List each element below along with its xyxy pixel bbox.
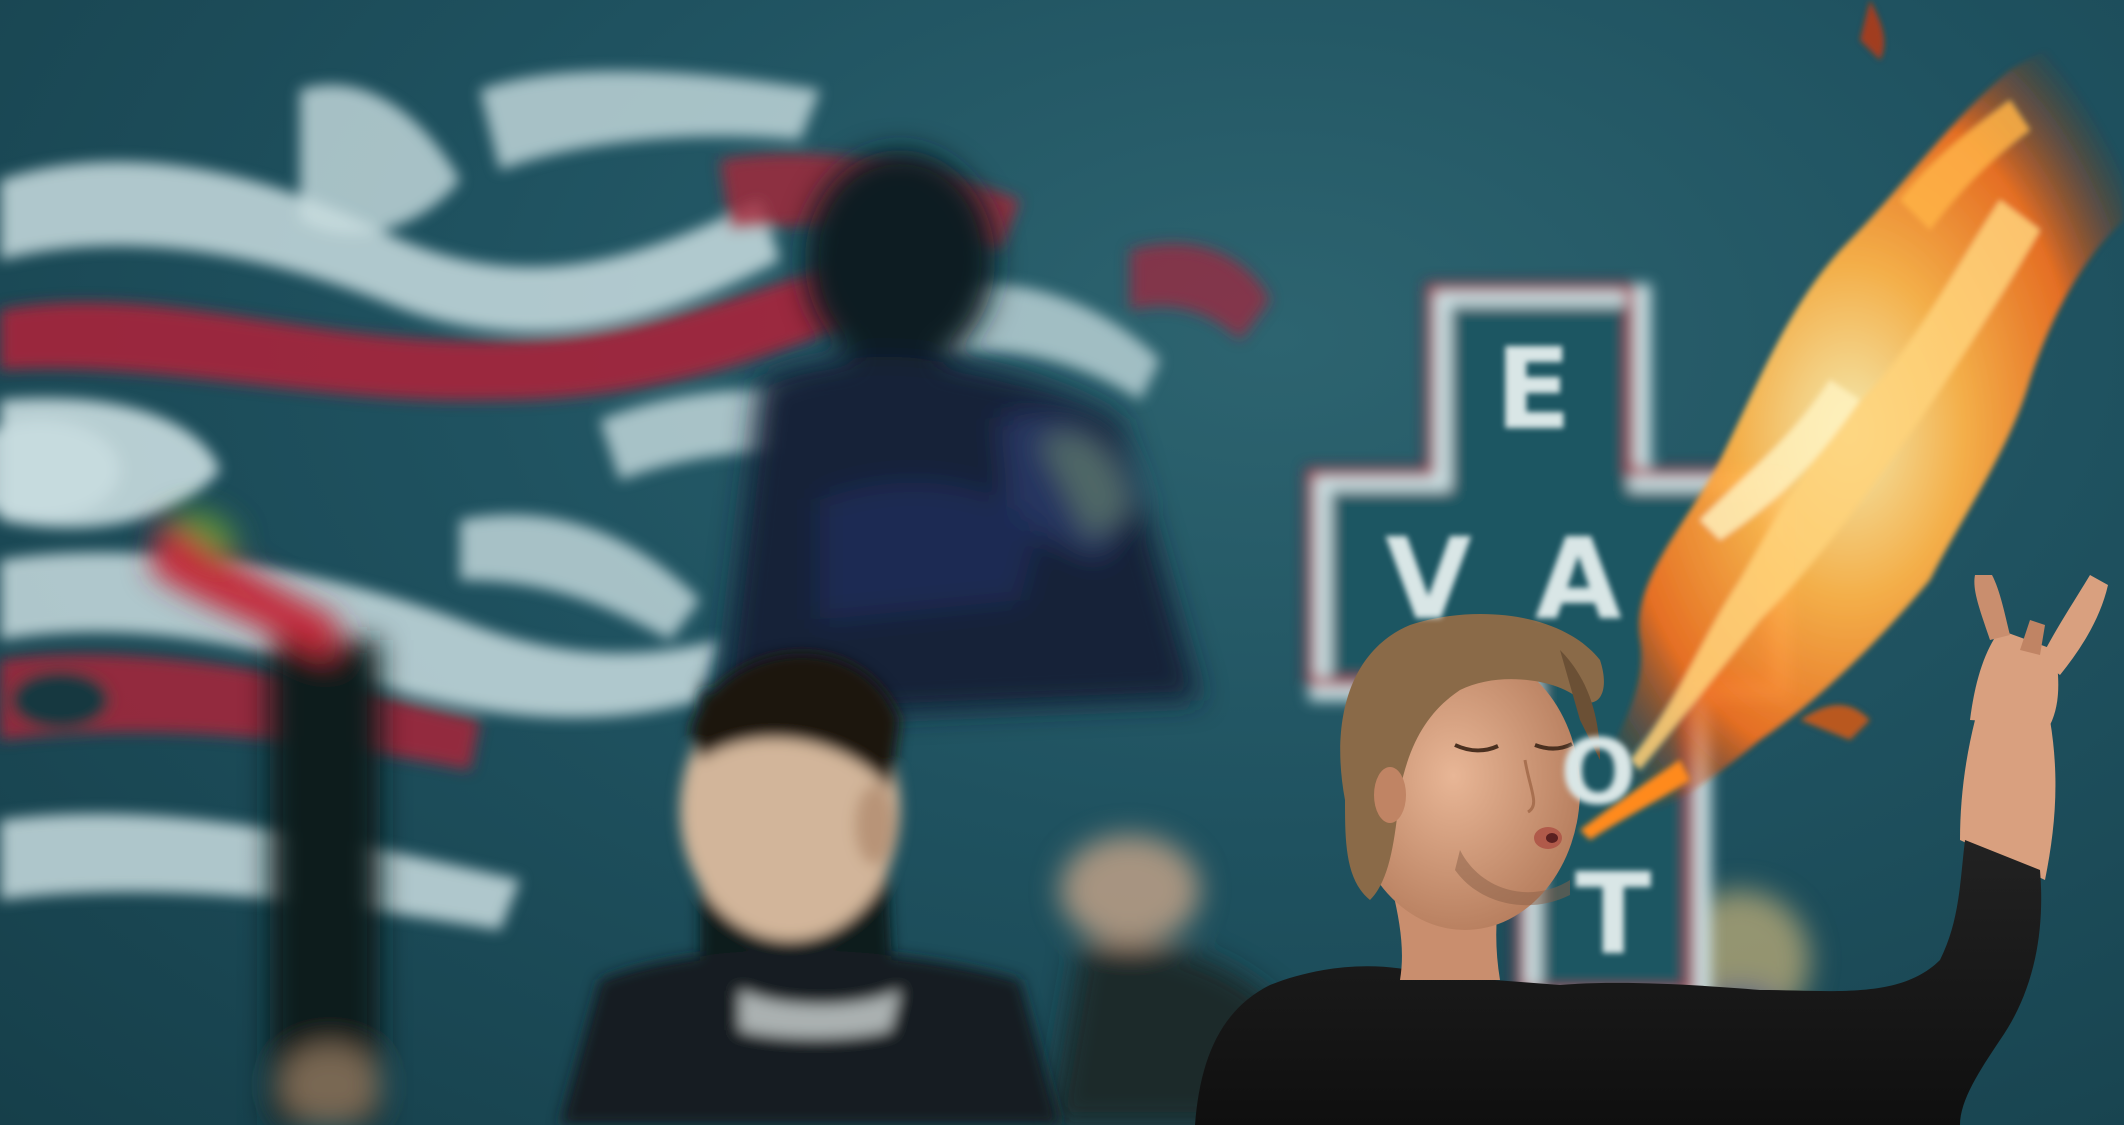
sign-letter: O [1560, 720, 1637, 825]
sign-letter: A [1535, 515, 1622, 645]
scene-artwork [0, 0, 2124, 1125]
background-person [560, 653, 1060, 1125]
photo-scene: E V A O T [0, 0, 2124, 1125]
sign-letter: E [1495, 325, 1572, 455]
sign-letter: T [1575, 850, 1652, 980]
sign-letter: V [1385, 515, 1472, 645]
